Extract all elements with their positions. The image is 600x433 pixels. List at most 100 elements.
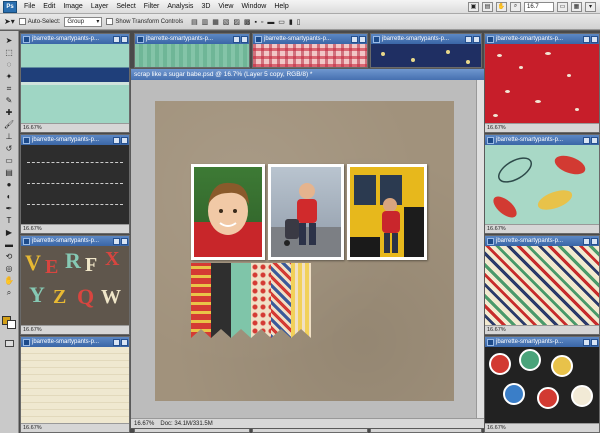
transform-checkbox[interactable]	[106, 18, 114, 25]
zoom-icon[interactable]: ⌕	[510, 1, 521, 12]
screen-mode-icon[interactable]: ▭	[557, 1, 568, 12]
maximize-icon[interactable]	[121, 35, 128, 43]
auto-select-checkbox[interactable]	[18, 18, 26, 25]
auto-select-dropdown[interactable]: Group ▾	[64, 16, 103, 27]
move-icon[interactable]: ➤	[2, 35, 17, 46]
maximize-icon[interactable]	[121, 237, 128, 245]
doc-zoom[interactable]: 16.67%	[23, 327, 42, 333]
doc-window-top-1[interactable]: jbarrette-smartypants-p...	[134, 33, 250, 68]
zoom-tool-icon[interactable]: ⌕	[2, 287, 17, 298]
photo-boy-walking[interactable]	[268, 164, 344, 260]
menu-layer[interactable]: Layer	[87, 3, 113, 10]
align-icons[interactable]: ▤ ▥ ▦ ▧ ▨ ▩ ▪ ▫ ▬ ▭ ▮ ▯	[191, 18, 301, 26]
canvas-area[interactable]	[131, 80, 476, 418]
3d-rotate-icon[interactable]: ⟲	[2, 251, 17, 262]
doc-zoom[interactable]: 16.67%	[487, 327, 506, 333]
menu-filter[interactable]: Filter	[140, 3, 164, 10]
brush-icon[interactable]: 🖌	[2, 119, 17, 130]
scrapbook-page[interactable]	[155, 101, 454, 401]
doc-titlebar[interactable]: jbarrette-smartypants-p...	[135, 34, 249, 44]
doc-window-left-3[interactable]: jbarrette-smartypants-p... V E R F X Y Z…	[20, 235, 130, 335]
transform-controls-option[interactable]: Show Transform Controls	[106, 18, 183, 25]
minimize-icon[interactable]	[351, 35, 358, 43]
blur-icon[interactable]: ●	[2, 179, 17, 190]
healing-icon[interactable]: ✚	[2, 107, 17, 118]
shape-icon[interactable]: ▬	[2, 239, 17, 250]
doc-window-left-2[interactable]: jbarrette-smartypants-p... 16.67%	[20, 134, 130, 234]
hand-icon[interactable]: ✋	[496, 1, 507, 12]
banner-flag[interactable]	[231, 263, 251, 338]
bridge-icon[interactable]: ▣	[468, 1, 479, 12]
banner-flag[interactable]	[251, 263, 271, 338]
menu-select[interactable]: Select	[112, 3, 139, 10]
doc-window-right-4[interactable]: jbarrette-smartypants-p... 16.67%	[484, 336, 600, 433]
minimize-icon[interactable]	[583, 35, 590, 43]
menu-analysis[interactable]: Analysis	[163, 3, 197, 10]
doc-titlebar[interactable]: jbarrette-smartypants-p...	[485, 337, 599, 347]
menu-window[interactable]: Window	[237, 3, 270, 10]
hand-tool-icon[interactable]: ✋	[2, 275, 17, 286]
path-select-icon[interactable]: ▶	[2, 227, 17, 238]
maximize-icon[interactable]	[241, 35, 248, 43]
magic-wand-icon[interactable]: ✦	[2, 71, 17, 82]
minimize-icon[interactable]	[583, 338, 590, 346]
doc-window-left-1[interactable]: jbarrette-smartypants-p... 16.67%	[20, 33, 130, 133]
minimize-icon[interactable]	[113, 237, 120, 245]
menu-view[interactable]: View	[214, 3, 237, 10]
minimize-icon[interactable]	[113, 136, 120, 144]
minimize-icon[interactable]	[583, 136, 590, 144]
doc-titlebar[interactable]: jbarrette-smartypants-p...	[485, 236, 599, 246]
doc-titlebar[interactable]: jbarrette-smartypants-p...	[485, 34, 599, 44]
doc-titlebar[interactable]: jbarrette-smartypants-p...	[371, 34, 481, 44]
doc-zoom[interactable]: 16.67%	[487, 226, 506, 232]
mini-bridge-icon[interactable]: ▤	[482, 1, 493, 12]
main-zoom[interactable]: 16.67%	[134, 421, 154, 427]
menu-image[interactable]: Image	[59, 3, 86, 10]
banner-flag[interactable]	[191, 263, 211, 338]
eraser-icon[interactable]: ▭	[2, 155, 17, 166]
doc-zoom[interactable]: 16.67%	[23, 226, 42, 232]
maximize-icon[interactable]	[591, 136, 598, 144]
dodge-icon[interactable]: ◐	[2, 191, 17, 202]
photo-boy-portrait[interactable]	[191, 164, 265, 260]
zoom-level-input[interactable]: 16.7	[524, 1, 554, 12]
doc-zoom[interactable]: 16.67%	[23, 125, 42, 131]
main-document-window[interactable]: scrap like a sugar babe.psd @ 16.7% (Lay…	[130, 68, 485, 429]
history-brush-icon[interactable]: ↺	[2, 143, 17, 154]
maximize-icon[interactable]	[473, 35, 480, 43]
minimize-icon[interactable]	[583, 237, 590, 245]
main-titlebar[interactable]: scrap like a sugar babe.psd @ 16.7% (Lay…	[131, 69, 484, 80]
doc-zoom[interactable]: 16.67%	[487, 125, 506, 131]
doc-titlebar[interactable]: jbarrette-smartypants-p...	[485, 135, 599, 145]
3d-orbit-icon[interactable]: ◎	[2, 263, 17, 274]
menu-3d[interactable]: 3D	[197, 3, 214, 10]
maximize-icon[interactable]	[121, 136, 128, 144]
background-color-swatch[interactable]	[7, 320, 16, 329]
banner-flag[interactable]	[211, 263, 231, 338]
doc-window-right-2[interactable]: jbarrette-smartypants-p... 16.67%	[484, 134, 600, 234]
photo-school-bus[interactable]	[347, 164, 427, 260]
doc-titlebar[interactable]: jbarrette-smartypants-p...	[21, 135, 129, 145]
banner-flag[interactable]	[291, 263, 311, 338]
eyedropper-icon[interactable]: ✎	[2, 95, 17, 106]
menu-edit[interactable]: Edit	[39, 3, 59, 10]
minimize-icon[interactable]	[465, 35, 472, 43]
doc-zoom[interactable]: 16.67%	[487, 425, 506, 431]
doc-titlebar[interactable]: jbarrette-smartypants-p...	[21, 34, 129, 44]
menu-help[interactable]: Help	[270, 3, 292, 10]
doc-window-top-2[interactable]: jbarrette-smartypants-p...	[252, 33, 368, 68]
menu-file[interactable]: File	[20, 3, 39, 10]
doc-titlebar[interactable]: jbarrette-smartypants-p...	[21, 236, 129, 246]
maximize-icon[interactable]	[121, 338, 128, 346]
move-tool-icon[interactable]: ➤▾	[4, 17, 15, 26]
stamp-icon[interactable]: ⊥	[2, 131, 17, 142]
quick-mask-icon[interactable]	[5, 340, 14, 347]
maximize-icon[interactable]	[359, 35, 366, 43]
crop-icon[interactable]: ⌗	[2, 83, 17, 94]
maximize-icon[interactable]	[591, 338, 598, 346]
doc-window-right-3[interactable]: jbarrette-smartypants-p... 16.67%	[484, 235, 600, 335]
minimize-icon[interactable]	[233, 35, 240, 43]
lasso-icon[interactable]: ◌	[2, 59, 17, 70]
doc-titlebar[interactable]: jbarrette-smartypants-p...	[253, 34, 367, 44]
arrange-icon[interactable]: ▦	[571, 1, 582, 12]
